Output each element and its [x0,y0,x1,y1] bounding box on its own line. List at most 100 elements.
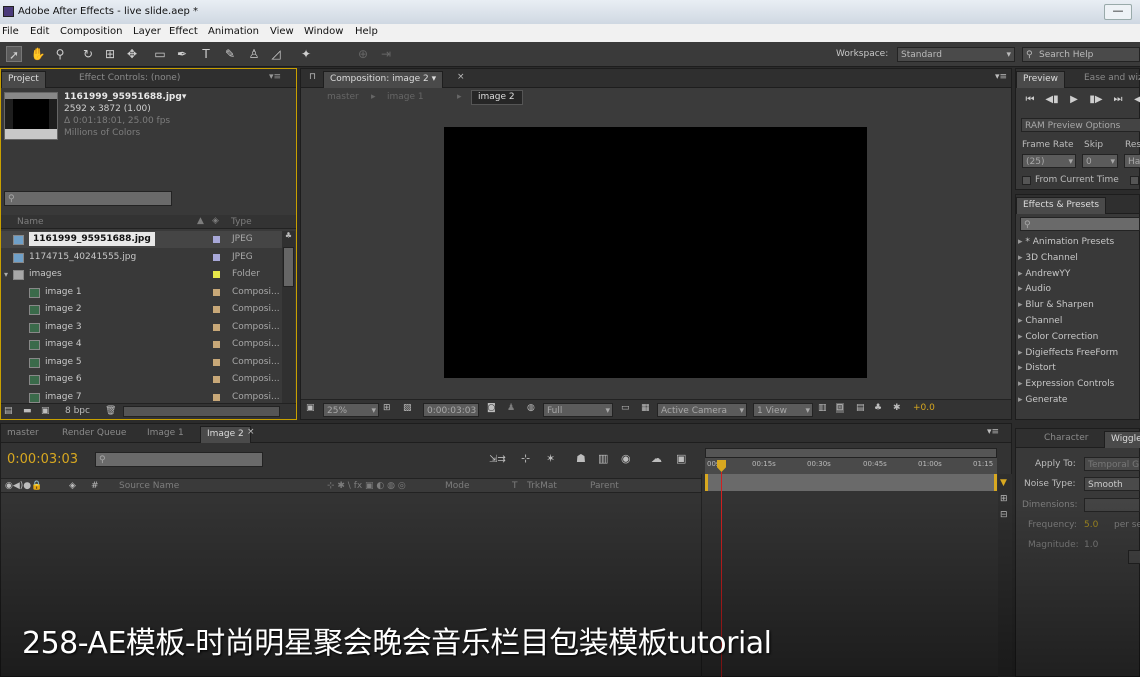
project-item-row[interactable]: image 6 Composi... [1,371,282,388]
breadcrumb-image-2[interactable]: image 2 [471,90,523,105]
zoom-in-icon[interactable]: ⊞ [1000,494,1008,504]
noise-type-select[interactable]: Smooth [1084,477,1140,491]
zoom-tool-icon[interactable]: ⚲ [52,46,68,62]
effect-category-item[interactable]: AndrewYY [1018,269,1070,279]
tab-image-2[interactable]: Image 2 [200,426,251,443]
project-item-row[interactable]: 1161999_95951688.jpg JPEG [1,231,282,248]
effect-category-item[interactable]: Distort [1018,363,1055,373]
type-tool-icon[interactable]: T [198,46,214,62]
label-color-swatch[interactable] [213,236,220,243]
apply-to-select[interactable]: Temporal Graph [1084,457,1140,471]
puppet-pin-tool-icon[interactable]: ✦ [298,46,314,62]
menu-file[interactable]: File [2,26,19,37]
disclosure-triangle-icon[interactable]: ▾ [4,266,8,283]
new-composition-icon[interactable]: ▣ [41,406,50,416]
menu-effect[interactable]: Effect [169,26,198,37]
tab-wiggler[interactable]: Wiggler [1104,431,1140,448]
effect-category-item[interactable]: 3D Channel [1018,253,1077,263]
camera-tool-icon[interactable]: ⊞ [102,46,118,62]
tab-effects-presets[interactable]: Effects & Presets [1016,197,1107,214]
pen-tool-icon[interactable]: ✒ [174,46,190,62]
effect-category-item[interactable]: Audio [1018,284,1051,294]
column-trkmat[interactable]: TrkMat [527,481,557,491]
apply-button[interactable] [1128,550,1140,564]
fast-previews-icon[interactable]: ⊡ [836,403,844,413]
play-icon[interactable]: ▶ [1066,93,1082,106]
draft-3d-icon[interactable]: ✶ [546,452,555,465]
shy-layers-icon[interactable]: ☗ [576,452,586,465]
bit-depth-label[interactable]: 8 bpc [65,406,90,416]
transparency-grid-icon[interactable]: ▦ [641,403,650,413]
effect-category-item[interactable]: Digieffects FreeForm [1018,348,1118,358]
scrollbar-thumb[interactable] [283,247,294,287]
label-color-swatch[interactable] [213,271,220,278]
column-type[interactable]: Type [231,217,252,227]
tab-image-1[interactable]: Image 1 [141,426,190,443]
tab-composition[interactable]: Composition: image 2 ▾ [323,71,444,88]
panel-menu-icon[interactable]: ▾≡ [987,427,999,437]
first-frame-icon[interactable]: ⏮ [1022,93,1038,106]
effect-category-item[interactable]: Generate [1018,395,1067,405]
magnitude-value[interactable]: 1.0 [1084,540,1098,550]
resolution-select[interactable]: Ha [1124,154,1140,168]
project-item-row[interactable]: image 7 Composi... [1,389,282,404]
label-color-swatch[interactable] [213,306,220,313]
label-color-swatch[interactable] [213,376,220,383]
search-help-input[interactable]: ⚲ Search Help [1022,47,1140,62]
channels-icon[interactable]: ◍ [527,403,535,413]
timeline-search-input[interactable]: ⚲ [95,452,263,467]
panel-menu-icon[interactable]: ▾≡ [995,72,1007,82]
timeline-timecode[interactable]: 0:00:03:03 [7,452,78,467]
selection-tool-icon[interactable]: ➚ [6,46,22,62]
effect-category-item[interactable]: Blur & Sharpen [1018,300,1093,310]
tab-character[interactable]: Character [1038,431,1094,448]
brush-tool-icon[interactable]: ✎ [222,46,238,62]
zoom-select[interactable]: 25% ▾ [323,403,379,417]
from-current-time-checkbox[interactable] [1022,176,1031,185]
show-snapshot-icon[interactable]: ♟ [507,403,515,413]
project-item-row[interactable]: 1174715_40241555.jpg JPEG [1,249,282,266]
rotation-tool-icon[interactable]: ↻ [80,46,96,62]
menu-composition[interactable]: Composition [60,26,122,37]
breadcrumb-master[interactable]: master [327,92,359,102]
next-frame-icon[interactable]: ▮▶ [1088,93,1104,106]
effect-category-item[interactable]: Channel [1018,316,1062,326]
trash-icon[interactable]: 🗑 [105,406,116,416]
region-of-interest-icon[interactable]: ▭ [621,403,630,413]
label-color-swatch[interactable] [213,288,220,296]
tab-project[interactable]: Project [1,71,46,88]
frame-blending-icon[interactable]: ▥ [598,452,608,465]
horizontal-scrollbar[interactable] [123,406,280,417]
active-camera-select[interactable]: Active Camera ▾ [657,403,747,417]
grid-overlay-icon[interactable]: ⊞ [383,403,391,413]
composition-viewer-canvas[interactable] [444,127,867,378]
menu-edit[interactable]: Edit [30,26,49,37]
work-area-bar[interactable] [705,474,997,491]
label-color-swatch[interactable] [213,358,220,366]
mask-visibility-icon[interactable]: ▧ [403,403,412,413]
last-frame-icon[interactable]: ⏭ [1110,93,1126,106]
menu-window[interactable]: Window [304,26,343,37]
flowchart-icon[interactable]: ♣ [874,403,882,413]
world-axis-icon[interactable]: ⇥ [378,46,394,62]
effects-search-input[interactable]: ⚲ [1020,217,1140,231]
skip-select[interactable]: 0 ▾ [1082,154,1118,168]
snapshot-icon[interactable]: ◙ [487,403,496,413]
label-color-swatch[interactable] [213,341,220,348]
project-folder-row[interactable]: ▾ images Folder [1,266,282,283]
brainstorm-icon[interactable]: ☁ [651,452,662,465]
time-ruler[interactable]: 00s 00:15s 00:30s 00:45s 01:00s 01:15 [705,458,997,474]
previous-frame-icon[interactable]: ◀▮ [1044,93,1060,106]
mask-tool-icon[interactable]: ▭ [152,46,168,62]
effect-category-item[interactable]: * Animation Presets [1018,237,1114,247]
lock-icon[interactable]: ⊓ [309,72,316,82]
comp-timecode-field[interactable]: 0:00:03:03 [423,403,479,417]
new-folder-icon[interactable]: ▬ [23,406,32,416]
tab-ease-and-wizz[interactable]: Ease and wiz [1078,71,1140,88]
motion-blur-icon[interactable]: ◉ [621,452,631,465]
menu-view[interactable]: View [270,26,294,37]
workspace-select[interactable]: Standard ▾ [897,47,1015,62]
tab-effect-controls[interactable]: Effect Controls: (none) [73,71,186,88]
breadcrumb-image-1[interactable]: image 1 [387,92,424,102]
project-item-row[interactable]: image 4 Composi... [1,336,282,353]
